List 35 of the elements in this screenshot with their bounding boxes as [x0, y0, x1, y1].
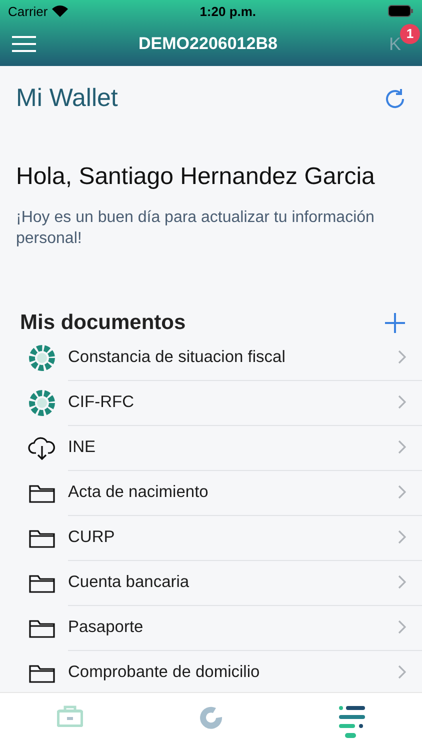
chevron-right-icon — [398, 620, 406, 634]
add-icon[interactable] — [384, 312, 406, 334]
greeting-message: ¡Hoy es un buen día para actualizar tu información personal! — [16, 208, 376, 249]
cloud-download-icon — [27, 434, 57, 460]
document-label[interactable]: Comprobante de domicilio — [68, 662, 260, 682]
document-label[interactable]: CIF-RFC — [68, 392, 134, 412]
chevron-right-icon — [398, 395, 406, 409]
chevron-right-icon — [398, 485, 406, 499]
page-title: Mi Wallet — [16, 84, 118, 113]
emblem-icon — [28, 344, 56, 372]
notification-badge: 1 — [400, 24, 420, 44]
list-icon — [338, 705, 365, 739]
document-label[interactable]: CURP — [68, 528, 115, 546]
clock-time: 1:20 p.m. — [200, 4, 256, 18]
document-label[interactable]: Pasaporte — [68, 618, 144, 636]
greeting-title: Hola, Santiago Hernandez Garcia — [16, 163, 376, 191]
section-title: Mis documentos — [20, 311, 186, 335]
menu-icon[interactable] — [12, 36, 36, 52]
document-label[interactable]: Acta de nacimiento — [68, 482, 208, 502]
refresh-icon[interactable] — [384, 88, 406, 110]
wifi-icon — [52, 5, 68, 17]
chevron-right-icon — [398, 530, 406, 544]
battery-icon — [388, 5, 414, 17]
document-label[interactable]: Cuenta bancaria — [68, 572, 190, 592]
chevron-right-icon — [398, 440, 406, 454]
chevron-right-icon — [398, 575, 406, 589]
progress-ring-icon — [198, 705, 224, 731]
account-title: DEMO2206012B8 — [138, 34, 278, 54]
chevron-right-icon — [398, 665, 406, 679]
briefcase-icon — [57, 705, 84, 727]
emblem-icon — [28, 388, 56, 416]
document-label[interactable]: Constancia de situacion fiscal — [68, 348, 286, 366]
document-label[interactable]: INE — [68, 438, 96, 456]
carrier-label: Carrier — [8, 4, 48, 18]
chevron-right-icon — [398, 350, 406, 364]
